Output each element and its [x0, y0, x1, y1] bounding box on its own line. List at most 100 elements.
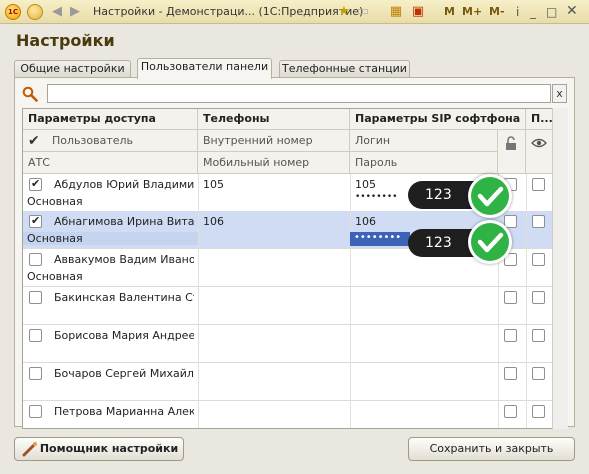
star-icon[interactable]: ★	[336, 4, 352, 20]
column-divider	[498, 363, 499, 401]
sip-login[interactable]: 105	[355, 178, 376, 191]
setup-assistant-button[interactable]: Помощник настройки	[14, 437, 184, 461]
memory-minus-button[interactable]: M-	[489, 5, 505, 18]
internal-number[interactable]: 105	[203, 178, 224, 191]
column-divider	[498, 287, 499, 325]
table-row[interactable]: Борисова Мария Андрее...	[23, 325, 567, 363]
user-name[interactable]: Петрова Марианна Алек...	[54, 405, 194, 418]
table-row[interactable]: Петрова Марианна Алек...	[23, 401, 567, 428]
column-divider	[526, 287, 527, 325]
column-header-user[interactable]: Пользователь	[47, 131, 133, 151]
lock-checkbox[interactable]	[504, 405, 517, 418]
document-icon[interactable]: ▭	[355, 4, 371, 20]
visible-checkbox[interactable]	[532, 215, 545, 228]
column-divider	[350, 325, 351, 363]
unlock-icon[interactable]	[505, 136, 519, 151]
user-name[interactable]: Абнагимова Ирина Витал...	[54, 215, 194, 228]
page-title: Настройки	[16, 31, 115, 50]
visible-checkbox[interactable]	[532, 405, 545, 418]
calendar-icon[interactable]: ▣	[410, 4, 426, 20]
tab-panel-users[interactable]: Пользователи панели	[137, 58, 272, 79]
user-name[interactable]: Бакинская Валентина Ст...	[54, 291, 194, 304]
maximize-button[interactable]: □	[546, 5, 557, 19]
atc-name[interactable]: Основная	[27, 270, 83, 283]
visible-checkbox[interactable]	[532, 329, 545, 342]
column-header-phones[interactable]: Телефоны	[198, 109, 270, 129]
user-name[interactable]: Борисова Мария Андрее...	[54, 329, 194, 342]
eye-icon[interactable]	[531, 138, 547, 148]
column-header-atc[interactable]: АТС	[23, 153, 50, 173]
table-row[interactable]: Бакинская Валентина Ст...	[23, 287, 567, 325]
user-name[interactable]: Бочаров Сергей Михайло...	[54, 367, 194, 380]
column-divider	[198, 249, 199, 287]
column-header-password[interactable]: Пароль	[350, 153, 397, 173]
column-divider	[198, 287, 199, 325]
users-table: Параметры доступа Телефоны Параметры SIP…	[22, 108, 568, 429]
user-access-checkbox[interactable]	[29, 329, 42, 342]
visible-checkbox[interactable]	[532, 291, 545, 304]
tab-general[interactable]: Общие настройки	[14, 60, 131, 78]
forward-arrow-icon[interactable]: ▶	[67, 4, 83, 20]
ok-check-icon	[468, 220, 512, 264]
checkmark-icon: ✔	[28, 133, 40, 149]
column-header-mobile[interactable]: Мобильный номер	[198, 153, 309, 173]
visible-checkbox[interactable]	[532, 253, 545, 266]
memory-plus-button[interactable]: M+	[462, 5, 482, 18]
atc-name[interactable]: Основная	[23, 232, 198, 245]
table-row[interactable]: Бочаров Сергей Михайло...	[23, 363, 567, 401]
column-divider	[498, 401, 499, 428]
search-clear-button[interactable]: x	[552, 84, 567, 103]
search-input[interactable]	[47, 84, 551, 103]
column-header-sip[interactable]: Параметры SIP софтфона	[350, 109, 520, 129]
app-logo-icon[interactable]: 1С	[5, 4, 21, 20]
sip-password[interactable]: ••••••••	[350, 232, 410, 246]
calculator-icon[interactable]: ▦	[388, 4, 404, 20]
column-divider	[198, 174, 199, 212]
visible-checkbox[interactable]	[532, 178, 545, 191]
sip-login[interactable]: 106	[355, 215, 376, 228]
visible-checkbox[interactable]	[532, 367, 545, 380]
column-header-ext[interactable]: Внутренний номер	[198, 131, 313, 151]
user-access-checkbox[interactable]	[29, 367, 42, 380]
lock-checkbox[interactable]	[504, 291, 517, 304]
lock-checkbox[interactable]	[504, 329, 517, 342]
column-header-access[interactable]: Параметры доступа	[23, 109, 156, 129]
column-divider	[350, 287, 351, 325]
user-access-checkbox[interactable]	[29, 177, 42, 191]
memory-button[interactable]: M	[444, 5, 455, 18]
atc-name[interactable]: Основная	[27, 195, 83, 208]
close-button[interactable]: ✕	[566, 3, 578, 19]
search-icon[interactable]	[22, 86, 38, 102]
back-arrow-icon[interactable]: ◀	[49, 4, 65, 20]
minimize-button[interactable]: _	[530, 5, 536, 19]
user-access-checkbox[interactable]	[29, 291, 42, 304]
column-divider	[526, 401, 527, 428]
vertical-scrollbar[interactable]	[552, 108, 568, 429]
column-divider	[498, 325, 499, 363]
column-divider	[350, 249, 351, 287]
column-divider	[198, 363, 199, 401]
user-name[interactable]: Абдулов Юрий Владимир...	[54, 178, 194, 191]
column-divider	[350, 363, 351, 401]
internal-number[interactable]: 106	[203, 215, 224, 228]
window-title: Настройки - Демонстраци... (1С:Предприят…	[93, 5, 364, 18]
lock-checkbox[interactable]	[504, 367, 517, 380]
user-access-checkbox[interactable]	[29, 214, 42, 228]
column-divider	[350, 401, 351, 428]
user-name[interactable]: Аввакумов Вадим Ивано...	[54, 253, 194, 266]
main-menu-icon[interactable]	[27, 4, 43, 20]
user-access-checkbox[interactable]	[29, 405, 42, 418]
column-divider	[198, 211, 199, 249]
title-bar: 1С ◀ ▶ Настройки - Демонстраци... (1С:Пр…	[0, 0, 589, 24]
column-header-login[interactable]: Логин	[350, 131, 390, 151]
column-divider	[526, 249, 527, 287]
column-divider	[526, 174, 527, 212]
wand-icon	[22, 442, 37, 457]
info-icon[interactable]: i	[516, 5, 519, 19]
sip-password[interactable]: ••••••••	[355, 192, 397, 202]
user-access-checkbox[interactable]	[29, 253, 42, 266]
column-header-p[interactable]: П...	[526, 109, 553, 129]
tab-phone-stations[interactable]: Телефонные станции	[279, 60, 410, 78]
ok-check-icon	[468, 174, 512, 218]
save-and-close-button[interactable]: Сохранить и закрыть	[408, 437, 575, 461]
